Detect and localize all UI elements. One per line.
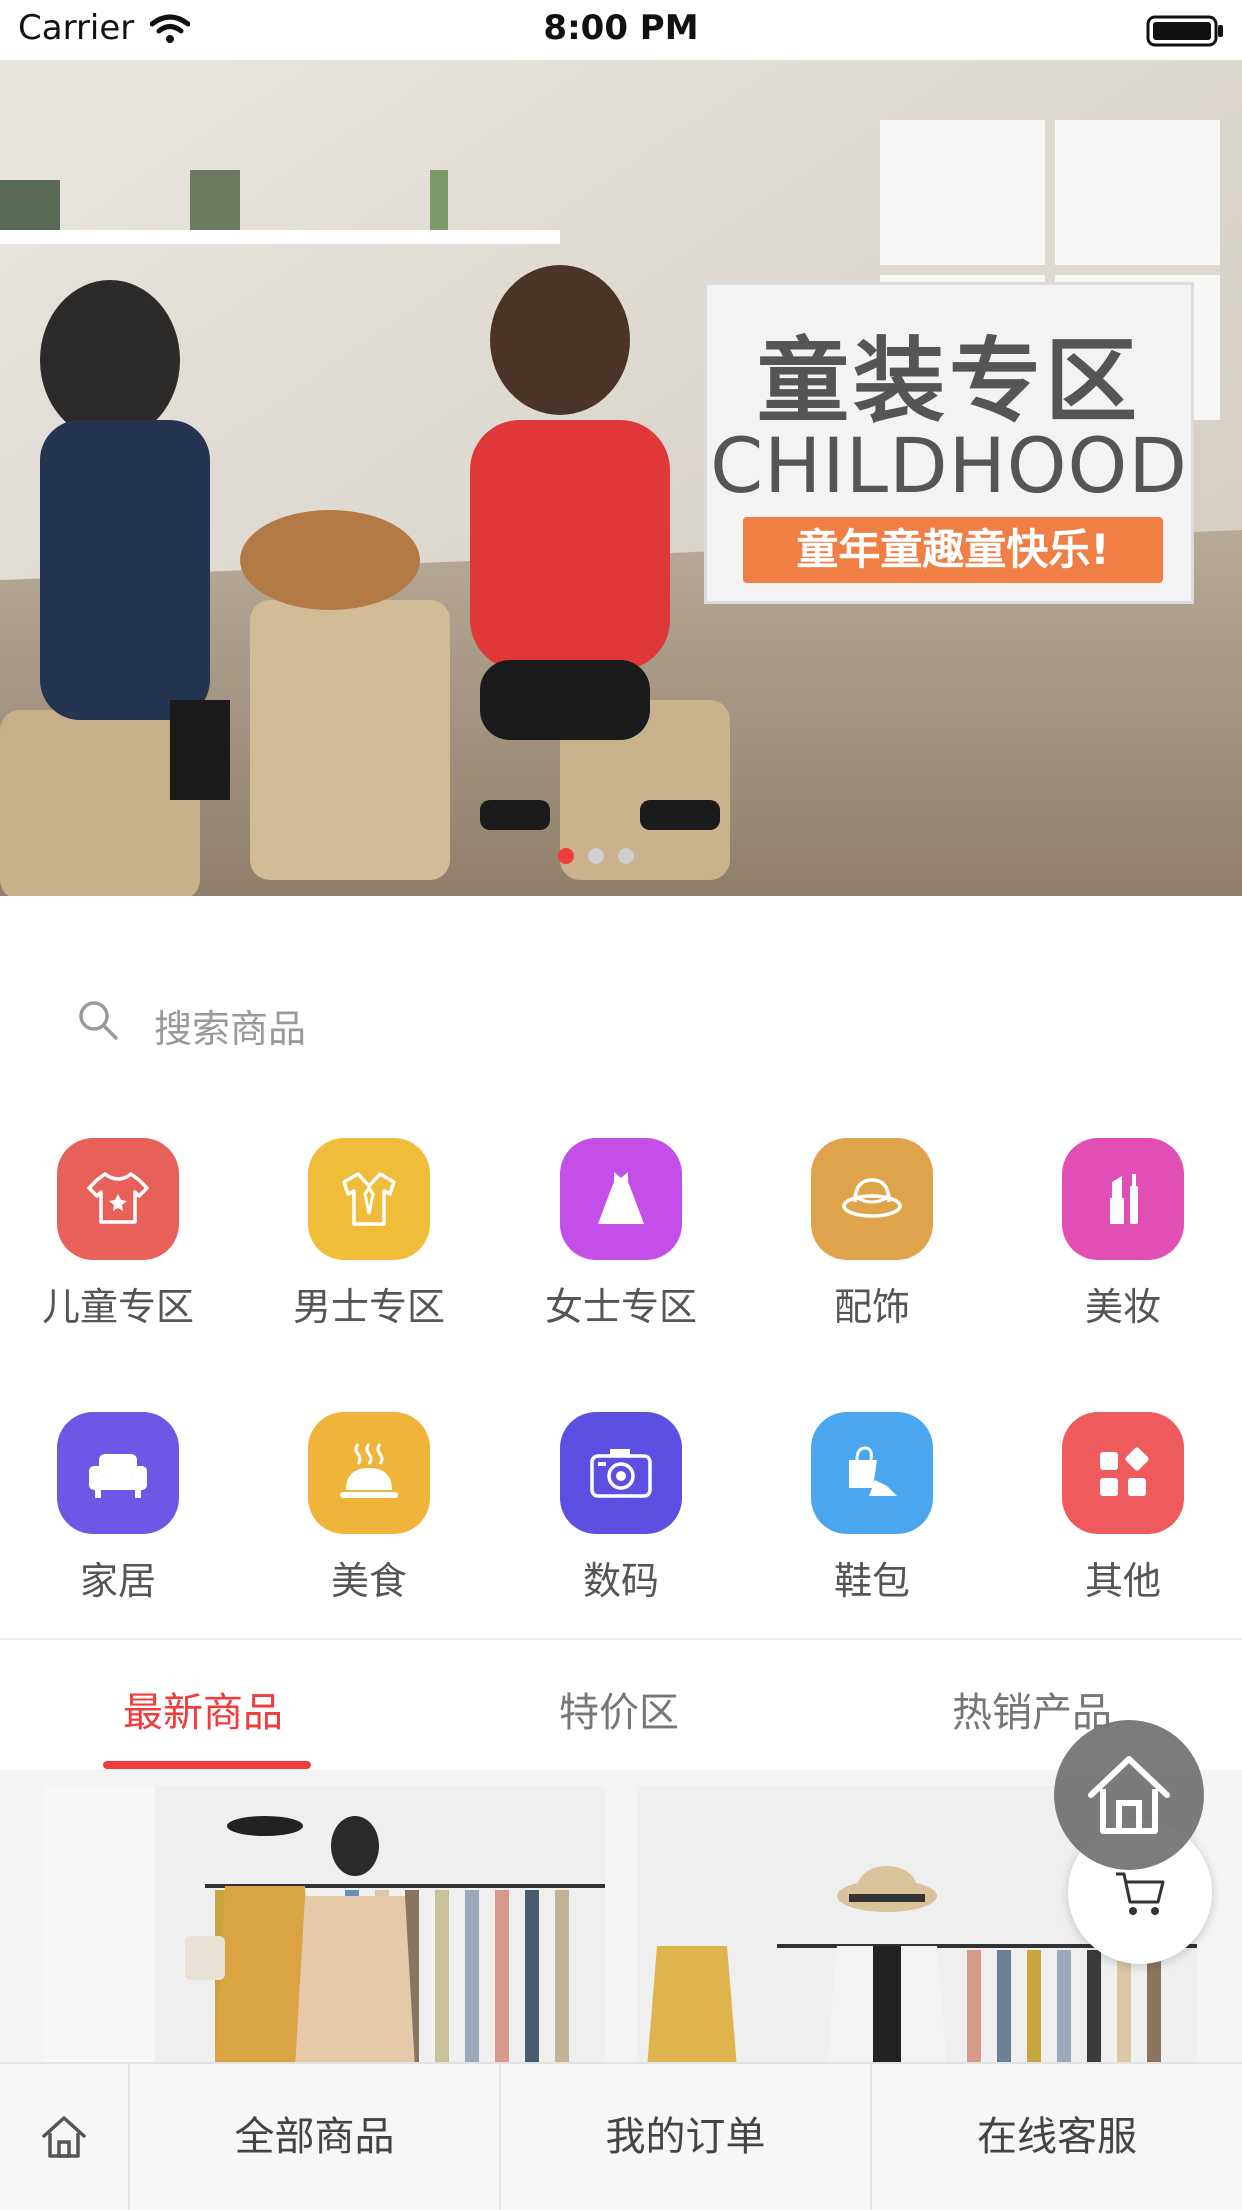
category-digital[interactable]: 数码 (521, 1412, 721, 1605)
search-icon (79, 1001, 118, 1040)
category-label: 数码 (582, 1559, 659, 1603)
baby-onesie-icon (57, 1138, 179, 1260)
floating-home-button[interactable] (1054, 1720, 1204, 1870)
hat-icon (811, 1138, 933, 1260)
category-accessories[interactable]: 配饰 (772, 1138, 972, 1331)
category-shoes-bags[interactable]: 鞋包 (772, 1412, 972, 1605)
category-label: 男士专区 (292, 1285, 445, 1329)
category-home[interactable]: 家居 (18, 1412, 218, 1605)
sofa-icon (57, 1412, 179, 1534)
category-label: 女士专区 (544, 1285, 697, 1329)
food-cloche-icon (308, 1412, 430, 1534)
category-label: 鞋包 (833, 1559, 910, 1603)
product-tabs: 最新商品 特价区 热销产品 (0, 1640, 1242, 1769)
active-tab-indicator (103, 1761, 311, 1769)
category-makeup[interactable]: 美妆 (1023, 1138, 1223, 1331)
category-kids[interactable]: 儿童专区 (18, 1138, 218, 1331)
tab-newest[interactable]: 最新商品 (123, 1680, 283, 1738)
camera-icon (560, 1412, 682, 1534)
category-women[interactable]: 女士专区 (521, 1138, 721, 1331)
cart-icon (1116, 1872, 1165, 1915)
promo-banner[interactable]: 童装专区 CHILDHOOD 童年童趣童快乐! (0, 60, 1242, 896)
search-input[interactable]: 搜索商品 (154, 998, 306, 1053)
product-card[interactable] (45, 1786, 605, 2068)
clock: 8:00 PM (543, 8, 699, 48)
carousel-dot[interactable] (588, 848, 604, 864)
promo-card: 童装专区 CHILDHOOD 童年童趣童快乐! (704, 282, 1194, 604)
nav-all-products[interactable]: 全部商品 (130, 2064, 501, 2210)
bottom-nav: 全部商品 我的订单 在线客服 (0, 2062, 1242, 2210)
tab-specials[interactable]: 特价区 (559, 1680, 679, 1738)
category-label: 配饰 (833, 1285, 910, 1329)
tab-bestsellers[interactable]: 热销产品 (952, 1680, 1112, 1738)
home-icon (1088, 1756, 1170, 1834)
nav-home-button[interactable] (0, 2064, 130, 2210)
category-label: 美妆 (1084, 1285, 1161, 1329)
carousel-dot[interactable] (558, 848, 574, 864)
search-bar[interactable]: 搜索商品 (40, 970, 1202, 1070)
dress-icon (560, 1138, 682, 1260)
category-other[interactable]: 其他 (1023, 1412, 1223, 1605)
status-bar: Carrier 8:00 PM (0, 0, 1242, 60)
grid-more-icon (1062, 1412, 1184, 1534)
category-men[interactable]: 男士专区 (269, 1138, 469, 1331)
category-food[interactable]: 美食 (269, 1412, 469, 1605)
promo-subtitle: CHILDHOOD (710, 421, 1188, 510)
shirt-tie-icon (308, 1138, 430, 1260)
shoe-bag-icon (811, 1412, 933, 1534)
battery-icon (1146, 15, 1223, 47)
lipstick-icon (1062, 1138, 1184, 1260)
carousel-dot[interactable] (618, 848, 634, 864)
category-label: 家居 (79, 1559, 156, 1603)
category-label: 儿童专区 (41, 1285, 194, 1329)
category-label: 美食 (330, 1559, 407, 1603)
product-image (45, 1786, 605, 2068)
promo-tag: 童年童趣童快乐! (743, 517, 1163, 583)
nav-my-orders[interactable]: 我的订单 (501, 2064, 872, 2210)
category-label: 其他 (1084, 1559, 1161, 1603)
home-icon (42, 2116, 86, 2158)
nav-customer-service[interactable]: 在线客服 (872, 2064, 1242, 2210)
